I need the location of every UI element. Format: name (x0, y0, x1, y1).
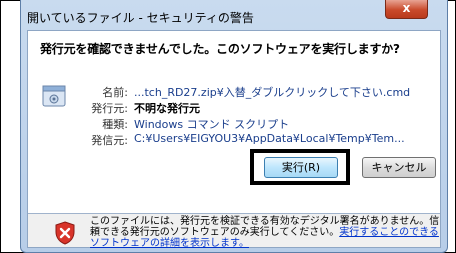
run-button[interactable]: 実行(R) (264, 157, 338, 178)
file-type-label: 種類: (102, 118, 128, 131)
source-value: C:¥Users¥EIGYOU3¥AppData¥Local¥Temp¥Tem.… (134, 132, 405, 145)
source-label: 発信元: (91, 134, 128, 147)
cancel-button[interactable]: キャンセル (362, 157, 436, 178)
close-icon: x (402, 1, 411, 15)
dialog-heading: 発行元を確認できませんでした。このソフトウェアを実行しますか? (40, 42, 400, 56)
security-shield-icon (55, 221, 75, 245)
publisher-label: 発行元: (91, 102, 128, 115)
file-type-value: Windows コマンド スクリプト (134, 118, 290, 131)
warning-message: このファイルには、発行元を検証できる有効なデジタル署名がありません。信頼できる発… (90, 216, 440, 249)
security-warning-dialog: 開いているファイル - セキュリティの警告 x 発行元を確認できませんでした。こ… (20, 0, 448, 253)
file-name-value: ...tch_RD27.zip¥入替_ダブルクリックして下さい.cmd (134, 86, 411, 99)
file-name-label: 名前: (102, 86, 128, 99)
window-title: 開いているファイル - セキュリティの警告 (27, 11, 254, 25)
publisher-value: 不明な発行元 (134, 102, 200, 115)
title-bar[interactable]: 開いているファイル - セキュリティの警告 x (21, 0, 449, 30)
dialog-body: 発行元を確認できませんでした。このソフトウェアを実行しますか? 名前: ...t… (27, 30, 441, 249)
close-button[interactable]: x (385, 0, 428, 19)
